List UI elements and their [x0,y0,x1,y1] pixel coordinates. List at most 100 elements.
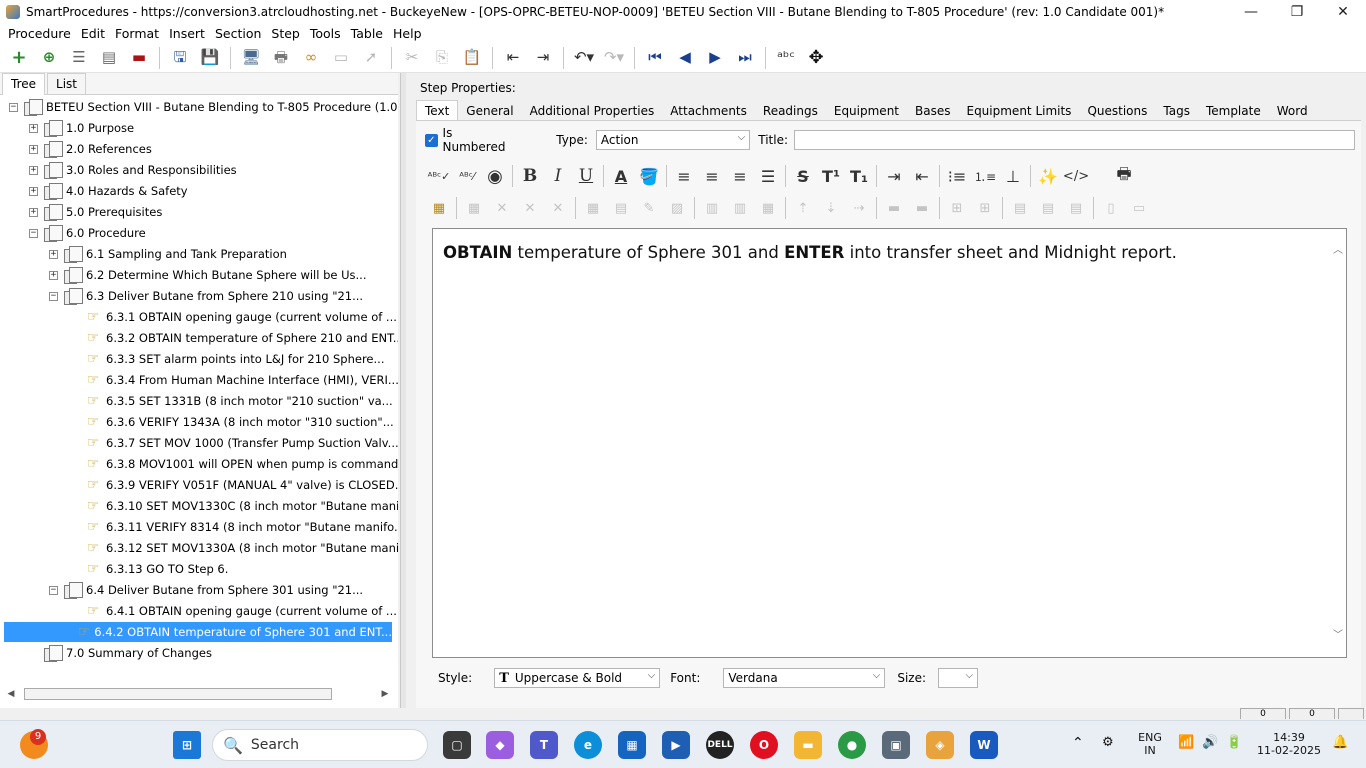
vertical-bar-icon[interactable]: ▯ [1100,197,1122,219]
tree-horizontal-scrollbar[interactable]: ◀ ▶ [4,686,392,702]
powerautomate-icon[interactable]: ▶ [662,731,690,759]
collapse-icon[interactable]: − [9,102,18,112]
delete-row-icon[interactable]: ✕ [519,197,541,219]
spellcheck-options-icon[interactable]: ᴬᴮᶜ⁄ [454,163,480,189]
tree-step-item[interactable]: ☞ 6.3.10 SET MOV1330C (8 inch motor "Buta… [0,496,398,516]
list-edit-icon[interactable]: ▤ [97,46,121,70]
add-child-icon[interactable]: ⊕ [37,46,61,70]
battery-icon[interactable]: 🔋 [1226,735,1242,750]
tree-section-item[interactable]: − BETEU Section VIII - Butane Blending to… [0,97,398,117]
outdent-icon[interactable]: ⇤ [501,46,525,70]
menu-insert[interactable]: Insert [164,26,210,41]
remove-icon[interactable]: ▬ [127,46,151,70]
merge-right-icon[interactable]: ⊞ [946,197,968,219]
list-icon[interactable]: ☰ [67,46,91,70]
last-icon[interactable]: ⏭ [733,46,757,70]
menu-section[interactable]: Section [210,26,266,41]
wifi-icon[interactable]: 📶 [1178,735,1194,750]
insert-table-icon[interactable]: ▦ [428,197,450,219]
align-left-icon[interactable]: ≡ [671,163,697,189]
delete-table-icon[interactable]: ✕ [491,197,513,219]
tab-tree[interactable]: Tree [2,73,46,95]
redo-arrow-icon[interactable]: ➚ [359,46,383,70]
next-icon[interactable]: ▶ [703,46,727,70]
row-height-icon[interactable]: ▬ [883,197,905,219]
tab-additional-properties[interactable]: Additional Properties [522,101,663,121]
collapse-icon[interactable]: − [49,291,58,301]
file-explorer-icon[interactable]: ▬ [794,731,822,759]
collapse-icon[interactable]: − [49,585,58,595]
title-input[interactable] [794,130,1355,150]
tab-word[interactable]: Word [1269,101,1316,121]
tree-section-item[interactable]: +6.1 Sampling and Tank Preparation [0,244,287,264]
previous-icon[interactable]: ◀ [673,46,697,70]
step-text[interactable]: OBTAIN temperature of Sphere 301 and ENT… [443,243,1177,262]
publish-icon[interactable]: 🖥 [239,46,263,70]
link-icon[interactable]: ∞ [299,46,323,70]
cell-color-icon[interactable]: ▨ [666,197,688,219]
tree-step-item[interactable]: ☞ 6.3.3 SET alarm points into L&J for 210… [0,349,385,369]
tree-step-item[interactable]: ☞ 6.4.2 OBTAIN temperature of Sphere 301 … [4,622,392,642]
align-middle-icon[interactable]: ▤ [1037,197,1059,219]
undo-icon[interactable]: ↶▾ [572,46,596,70]
insert-row-above-icon[interactable]: ⇡ [792,197,814,219]
menu-table[interactable]: Table [346,26,388,41]
underline-icon[interactable]: U [573,163,599,189]
tree-section-item[interactable]: 7.0 Summary of Changes [0,643,212,663]
cell-props-icon[interactable]: ▦ [582,197,604,219]
column-width-icon[interactable]: ▬ [911,197,933,219]
style-select[interactable]: T Uppercase & Bold ⌵ [494,668,661,688]
panel-splitter[interactable] [400,73,406,708]
spellcheck-icon[interactable]: ᵃᵇᶜ [774,46,798,70]
tab-equipment[interactable]: Equipment [826,101,907,121]
expand-icon[interactable]: + [49,270,58,280]
word-icon[interactable]: W [970,731,998,759]
tree-section-item[interactable]: +1.0 Purpose [0,118,134,138]
tree-step-item[interactable]: ☞ 6.3.11 VERIFY 8314 (8 inch motor "Butan… [0,517,398,537]
menu-step[interactable]: Step [266,26,304,41]
increase-indent-icon[interactable]: ⇥ [881,163,907,189]
bullet-list-icon[interactable]: ⁝≡ [944,163,970,189]
expand-icon[interactable]: + [29,207,38,217]
expand-icon[interactable]: + [29,165,38,175]
tab-bases[interactable]: Bases [907,101,958,121]
tree-section-item[interactable]: +3.0 Roles and Responsibilities [0,160,237,180]
chrome-icon[interactable]: ● [838,731,866,759]
restore-button[interactable]: ❐ [1274,0,1320,23]
record-icon[interactable]: ◉ [482,163,508,189]
opera-icon[interactable]: O [750,731,778,759]
frame-icon[interactable]: ▭ [329,46,353,70]
expand-icon[interactable]: + [29,123,38,133]
close-button[interactable]: ✕ [1320,0,1366,23]
is-numbered-checkbox[interactable]: ✓ [425,133,438,147]
tree-step-item[interactable]: ☞ 6.3.7 SET MOV 1000 (Transfer Pump Sucti… [0,433,398,453]
scroll-up-icon[interactable]: ︿ [1333,241,1343,256]
tree-step-item[interactable]: ☞ 6.3.5 SET 1331B (8 inch motor "210 suct… [0,391,393,411]
expand-icon[interactable]: + [49,249,58,259]
tree-section-item[interactable]: +2.0 References [0,139,152,159]
paste-icon[interactable]: 📋 [460,46,484,70]
store-icon[interactable]: ▦ [618,731,646,759]
network-status-icon[interactable]: ⚙ [1102,735,1114,750]
insert-col-right-icon[interactable]: ▥ [729,197,751,219]
type-select[interactable]: Action ⌵ [595,130,751,150]
html-code-icon[interactable]: </> [1063,163,1089,189]
tree-step-item[interactable]: ☞ 6.3.9 VERIFY V051F (MANUAL 4" valve) is… [0,475,398,495]
teams-icon[interactable]: T [530,731,558,759]
cut-icon[interactable]: ✂ [400,46,424,70]
save-all-icon[interactable]: 🖫 [168,46,192,70]
menu-format[interactable]: Format [110,26,164,41]
copy-icon[interactable]: ⎘ [430,46,454,70]
size-select[interactable]: ⌵ [938,668,979,688]
scroll-down-icon[interactable]: ﹀ [1333,626,1343,641]
align-bottom-icon[interactable]: ▤ [1065,197,1087,219]
scroll-left-icon[interactable]: ◀ [4,689,18,699]
align-top-icon[interactable]: ▤ [1009,197,1031,219]
menu-tools[interactable]: Tools [305,26,346,41]
move-row-icon[interactable]: ⇢ [848,197,870,219]
dell-icon[interactable]: DELL [706,731,734,759]
edit-cell-icon[interactable]: ✎ [638,197,660,219]
tab-template[interactable]: Template [1198,101,1269,121]
align-right-icon[interactable]: ≡ [727,163,753,189]
menu-help[interactable]: Help [388,26,427,41]
